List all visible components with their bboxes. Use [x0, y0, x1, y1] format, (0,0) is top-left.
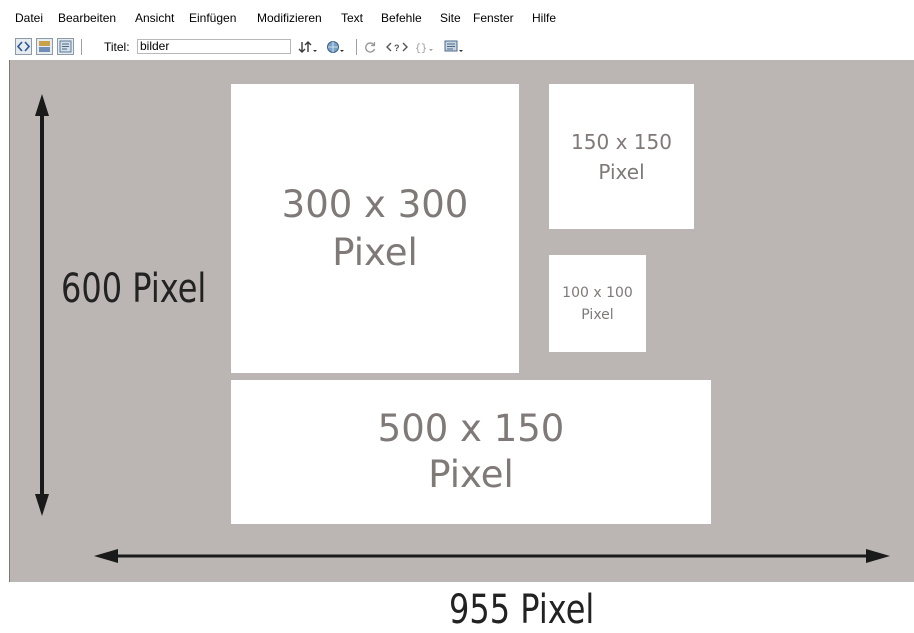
box-unit-label: Pixel — [598, 159, 645, 184]
svg-text:?: ? — [394, 43, 400, 53]
split-view-icon[interactable] — [36, 38, 53, 55]
design-canvas[interactable]: 300 x 300 Pixel 150 x 150 Pixel 100 x 10… — [9, 60, 914, 582]
image-placeholder-100x100[interactable]: 100 x 100 Pixel — [549, 255, 646, 352]
box-unit-label: Pixel — [581, 306, 614, 323]
code-navigation-icon[interactable]: {} — [414, 39, 436, 55]
height-dimension-label: 600 Pixel — [61, 266, 207, 312]
menu-ansicht[interactable]: Ansicht — [135, 11, 174, 25]
file-management-icon[interactable] — [298, 39, 318, 55]
refresh-icon[interactable] — [364, 39, 376, 55]
menu-site[interactable]: Site — [440, 11, 461, 25]
box-unit-label: Pixel — [428, 453, 514, 496]
box-unit-label: Pixel — [332, 230, 418, 274]
menu-einfuegen[interactable]: Einfügen — [189, 11, 236, 25]
design-view-icon[interactable] — [57, 38, 74, 55]
visual-aids-icon[interactable] — [444, 39, 466, 55]
menu-befehle[interactable]: Befehle — [381, 11, 422, 25]
menu-bar: Datei Bearbeiten Ansicht Einfügen Modifi… — [0, 0, 914, 32]
menu-fenster[interactable]: Fenster — [473, 11, 514, 25]
width-dimension-label: 955 Pixel — [449, 587, 595, 633]
validate-markup-icon[interactable]: ? — [386, 39, 408, 55]
code-view-icon[interactable] — [15, 38, 32, 55]
image-placeholder-150x150[interactable]: 150 x 150 Pixel — [549, 84, 694, 229]
toolbar-separator — [356, 39, 357, 55]
document-toolbar: Titel: bilder ? {} — [0, 35, 914, 59]
title-field[interactable]: bilder — [137, 39, 291, 54]
svg-text:{}: {} — [415, 43, 427, 53]
box-size-label: 100 x 100 — [562, 284, 633, 301]
title-label: Titel: — [104, 40, 130, 54]
preview-browser-icon[interactable] — [326, 39, 346, 55]
menu-modifizieren[interactable]: Modifizieren — [257, 11, 322, 25]
box-size-label: 300 x 300 — [281, 182, 469, 226]
height-arrow — [35, 94, 49, 516]
width-arrow — [94, 549, 890, 563]
menu-text[interactable]: Text — [341, 11, 363, 25]
box-size-label: 150 x 150 — [571, 129, 672, 154]
toolbar-separator — [81, 39, 82, 55]
menu-hilfe[interactable]: Hilfe — [532, 11, 556, 25]
box-size-label: 500 x 150 — [377, 407, 565, 450]
image-placeholder-500x150[interactable]: 500 x 150 Pixel — [231, 380, 711, 524]
menu-bearbeiten[interactable]: Bearbeiten — [58, 11, 116, 25]
image-placeholder-300x300[interactable]: 300 x 300 Pixel — [231, 84, 519, 373]
menu-datei[interactable]: Datei — [15, 11, 43, 25]
